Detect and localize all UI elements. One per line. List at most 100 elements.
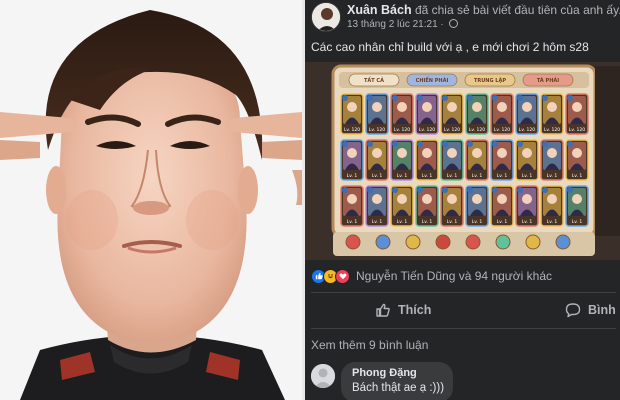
hero-card[interactable]: Lv. 1 <box>390 185 414 227</box>
hero-element-badge <box>417 141 423 147</box>
hero-element-badge <box>467 187 473 193</box>
hero-portrait <box>547 194 557 204</box>
hero-level-label: Lv. 1 <box>347 173 358 179</box>
hero-card[interactable]: Lv. 1 <box>540 185 564 227</box>
game-tab-label: TRUNG LẬP <box>474 77 506 84</box>
hero-element-badge <box>367 187 373 193</box>
hero-level-label: Lv. 1 <box>422 173 433 179</box>
hero-portrait <box>497 102 507 112</box>
hero-element-badge <box>417 187 423 193</box>
view-more-comments-link[interactable]: Xem thêm 9 bình luận <box>311 338 428 352</box>
comment-label: Bình lu <box>588 303 620 317</box>
comment-button[interactable]: Bình lu <box>565 302 620 318</box>
hero-card[interactable]: Lv. 1 <box>465 185 489 227</box>
hero-card[interactable]: Lv. 1 <box>415 139 439 181</box>
game-menu-button[interactable] <box>495 234 511 250</box>
hero-card[interactable]: Lv. 120 <box>415 93 439 135</box>
hero-card[interactable]: Lv. 120 <box>565 93 589 135</box>
hero-portrait <box>447 102 457 112</box>
commenter-avatar[interactable] <box>311 364 335 388</box>
game-menu-button[interactable] <box>375 234 391 250</box>
hero-element-badge <box>392 187 398 193</box>
game-tab[interactable]: CHIẾN PHÁI <box>406 73 458 87</box>
hero-element-badge <box>492 95 498 101</box>
game-menu-button[interactable] <box>405 234 421 250</box>
hero-portrait <box>422 102 432 112</box>
hero-card[interactable]: Lv. 1 <box>465 139 489 181</box>
hero-card[interactable]: Lv. 1 <box>340 139 364 181</box>
hero-level-label: Lv. 1 <box>547 219 558 225</box>
hero-card[interactable]: Lv. 1 <box>440 139 464 181</box>
hero-element-badge <box>342 141 348 147</box>
author-name[interactable]: Xuân Bách <box>347 3 412 17</box>
hero-card[interactable]: Lv. 1 <box>565 185 589 227</box>
hero-card[interactable]: Lv. 1 <box>515 139 539 181</box>
hero-portrait <box>572 102 582 112</box>
divider-top <box>311 292 616 293</box>
hero-card[interactable]: Lv. 1 <box>365 139 389 181</box>
hero-card[interactable]: Lv. 1 <box>340 185 364 227</box>
hero-card[interactable]: Lv. 1 <box>490 139 514 181</box>
comment-author[interactable]: Phong Đặng <box>352 367 453 379</box>
hero-portrait <box>372 102 382 112</box>
reaction-summary[interactable]: Nguyễn Tiến Dũng và 94 người khác <box>311 268 552 284</box>
hero-card[interactable]: Lv. 1 <box>515 185 539 227</box>
hero-card[interactable]: Lv. 120 <box>390 93 414 135</box>
post-timestamp[interactable]: 13 tháng 2 lúc 21:21 <box>347 19 438 30</box>
hero-level-label: Lv. 1 <box>397 219 408 225</box>
hero-card[interactable]: Lv. 120 <box>540 93 564 135</box>
hero-element-badge <box>392 95 398 101</box>
game-screenshot[interactable]: TẤT CẢ CHIẾN PHÁI TRUNG LẬP TÀ PHÁI Lv. 120… <box>305 62 620 260</box>
like-button[interactable]: Thích <box>375 302 431 318</box>
hero-card[interactable]: Lv. 1 <box>365 185 389 227</box>
hero-portrait <box>347 194 357 204</box>
hero-card[interactable]: Lv. 1 <box>390 139 414 181</box>
hero-level-label: Lv. 1 <box>347 219 358 225</box>
comment-text: Bách thật ae ạ :))) <box>352 382 445 394</box>
game-tab[interactable]: TRUNG LẬP <box>464 73 516 87</box>
hero-level-label: Lv. 1 <box>497 219 508 225</box>
game-menu-button[interactable] <box>465 234 481 250</box>
hero-portrait <box>472 194 482 204</box>
reaction-photo <box>0 0 302 400</box>
hero-level-label: Lv. 1 <box>547 173 558 179</box>
hero-element-badge <box>392 141 398 147</box>
hero-level-label: Lv. 120 <box>444 127 460 133</box>
game-tab-label: TÀ PHÁI <box>537 77 559 84</box>
hero-card[interactable]: Lv. 120 <box>340 93 364 135</box>
hero-card[interactable]: Lv. 1 <box>415 185 439 227</box>
author-avatar[interactable] <box>311 2 341 32</box>
hero-card[interactable]: Lv. 120 <box>440 93 464 135</box>
game-tab[interactable]: TẤT CẢ <box>348 73 400 87</box>
hero-level-label: Lv. 120 <box>469 127 485 133</box>
hero-element-badge <box>442 95 448 101</box>
game-hero-grid: TẤT CẢ CHIẾN PHÁI TRUNG LẬP TÀ PHÁI Lv. 120… <box>305 62 620 260</box>
game-menu-button[interactable] <box>555 234 571 250</box>
hero-element-badge <box>517 187 523 193</box>
hero-portrait <box>547 102 557 112</box>
hero-element-badge <box>542 95 548 101</box>
game-menu-button[interactable] <box>435 234 451 250</box>
game-menu-button[interactable] <box>525 234 541 250</box>
game-tab[interactable]: TÀ PHÁI <box>522 73 574 87</box>
hero-level-label: Lv. 1 <box>472 219 483 225</box>
hero-card[interactable]: Lv. 1 <box>540 139 564 181</box>
hero-card[interactable]: Lv. 120 <box>365 93 389 135</box>
hero-element-badge <box>492 187 498 193</box>
hero-element-badge <box>367 95 373 101</box>
hero-card[interactable]: Lv. 1 <box>490 185 514 227</box>
post-meta: 13 tháng 2 lúc 21:21 · <box>347 19 458 30</box>
hero-level-label: Lv. 1 <box>422 219 433 225</box>
globe-icon <box>448 19 458 28</box>
hero-card[interactable]: Lv. 120 <box>490 93 514 135</box>
hero-card[interactable]: Lv. 120 <box>465 93 489 135</box>
hero-card[interactable]: Lv. 120 <box>515 93 539 135</box>
hero-level-label: Lv. 1 <box>397 173 408 179</box>
hero-portrait <box>447 148 457 158</box>
hero-level-label: Lv. 1 <box>372 173 383 179</box>
hero-portrait <box>522 102 532 112</box>
game-menu-button[interactable] <box>345 234 361 250</box>
hero-portrait <box>422 148 432 158</box>
hero-card[interactable]: Lv. 1 <box>440 185 464 227</box>
hero-card[interactable]: Lv. 1 <box>565 139 589 181</box>
